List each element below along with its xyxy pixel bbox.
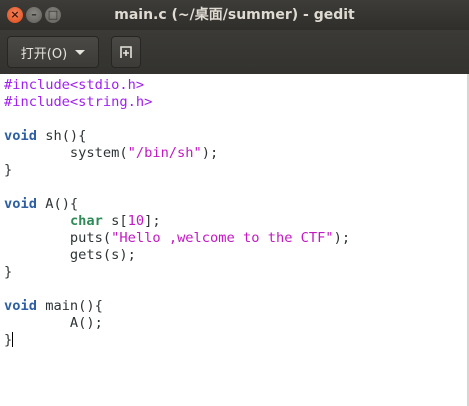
code-token: sh(){ (36, 128, 87, 144)
code-token: } (4, 332, 13, 348)
new-document-button[interactable] (111, 36, 141, 68)
minimize-window-button[interactable]: – (26, 7, 42, 23)
minimize-icon: – (31, 8, 37, 21)
text-cursor (12, 332, 14, 347)
text-editor[interactable]: #include<stdio.h> #include<string.h> void … (0, 74, 469, 406)
code-token: system( (4, 145, 128, 161)
code-line[interactable]: #include<stdio.h> (4, 77, 350, 94)
chevron-down-icon (75, 49, 86, 55)
title-bar[interactable]: × – □ main.c (~/桌面/summer) - gedit (0, 0, 469, 30)
code-token: ]; (144, 213, 161, 229)
code-token: void (4, 196, 37, 212)
toolbar: 打开(O) (0, 30, 469, 74)
code-line[interactable]: #include<string.h> (4, 94, 350, 111)
code-token: "Hello ,welcome to the CTF" (111, 230, 334, 246)
code-token: gets(s); (4, 247, 136, 263)
code-line[interactable]: } (4, 264, 350, 281)
code-token: void (4, 298, 37, 314)
code-line[interactable]: void main(){ (4, 298, 350, 315)
code-line[interactable]: } (4, 332, 350, 349)
code-token: } (4, 264, 13, 280)
code-line[interactable]: A(); (4, 315, 350, 332)
code-token: 10 (127, 213, 145, 229)
new-document-icon (120, 46, 132, 58)
code-token: A(); (4, 315, 103, 331)
maximize-window-button[interactable]: □ (45, 7, 61, 23)
code-token: #include<stdio.h> (4, 77, 145, 93)
code-token: #include<string.h> (4, 94, 153, 110)
code-line[interactable]: gets(s); (4, 247, 350, 264)
code-token: puts( (4, 230, 112, 246)
open-button[interactable]: 打开(O) (7, 36, 99, 68)
code-line[interactable]: system("/bin/sh"); (4, 145, 350, 162)
close-window-button[interactable]: × (7, 7, 23, 23)
code-token: ); (333, 230, 351, 246)
code-line[interactable]: puts("Hello ,welcome to the CTF"); (4, 230, 350, 247)
code-view[interactable]: #include<stdio.h> #include<string.h> void … (4, 77, 350, 349)
close-icon: × (10, 8, 20, 21)
code-token: void (4, 128, 37, 144)
code-line[interactable]: char s[10]; (4, 213, 350, 230)
code-token: s[ (102, 213, 128, 229)
code-token: A(){ (36, 196, 79, 212)
code-line[interactable]: void sh(){ (4, 128, 350, 145)
maximize-icon: □ (47, 8, 59, 21)
open-button-label: 打开(O) (20, 46, 68, 62)
code-token: ); (201, 145, 219, 161)
code-line[interactable] (4, 179, 350, 196)
code-token: } (4, 162, 13, 178)
window-controls: × – □ (7, 7, 61, 23)
code-line[interactable] (4, 111, 350, 128)
code-line[interactable]: } (4, 162, 350, 179)
code-token: main(){ (36, 298, 103, 314)
code-token: char (69, 213, 103, 229)
code-line[interactable]: void A(){ (4, 196, 350, 213)
code-token: "/bin/sh" (127, 145, 202, 161)
code-line[interactable] (4, 281, 350, 298)
window-title: main.c (~/桌面/summer) - gedit (114, 7, 355, 23)
